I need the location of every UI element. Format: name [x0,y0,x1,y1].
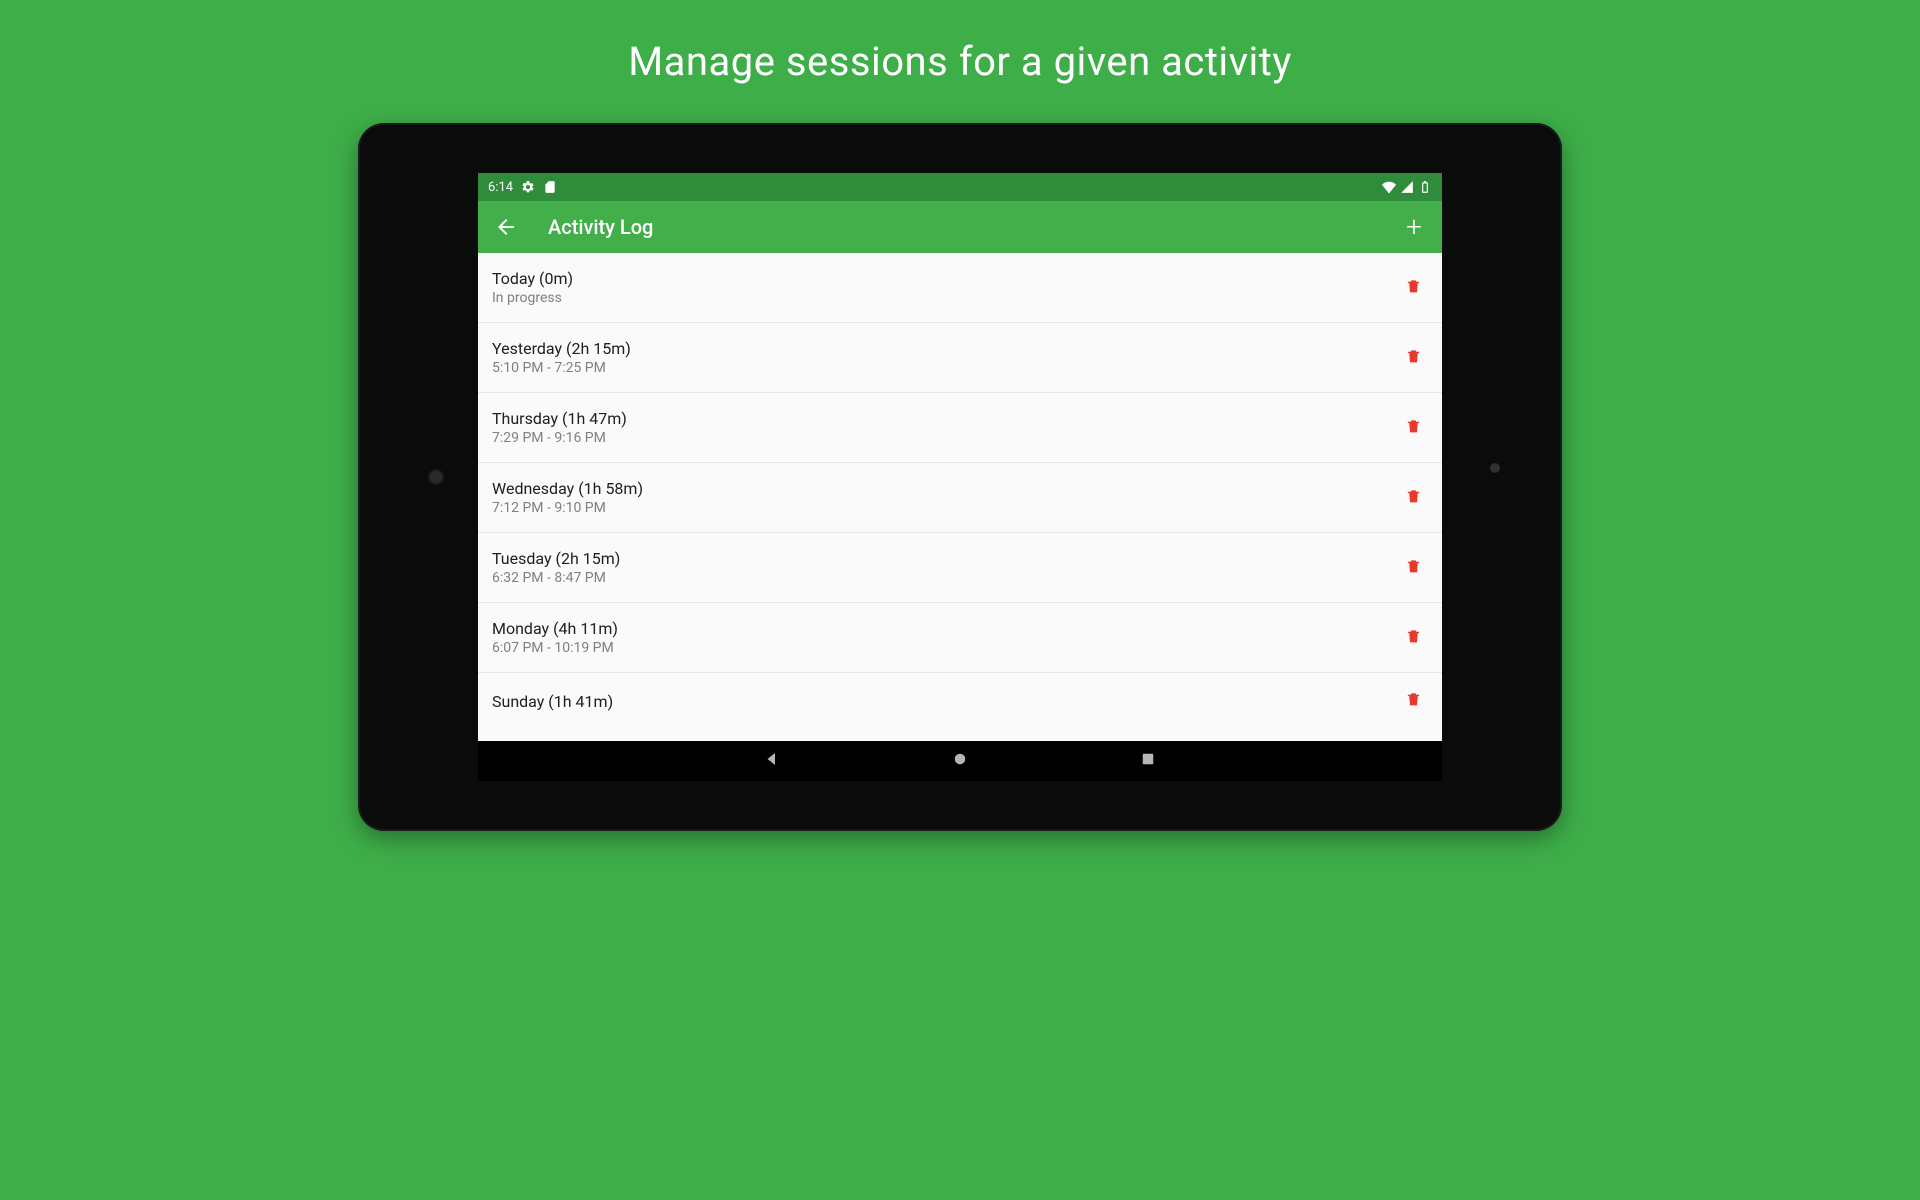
session-list[interactable]: Today (0m) In progress Yesterday (2h 15m) 5… [478,253,1442,741]
delete-session-button[interactable] [1400,415,1426,441]
trash-icon [1405,416,1422,440]
trash-icon [1405,346,1422,370]
trash-icon [1405,556,1422,580]
nav-recents-button[interactable] [1139,750,1157,772]
session-title: Wednesday (1h 58m) [492,479,1400,498]
session-row[interactable]: Yesterday (2h 15m) 5:10 PM - 7:25 PM [478,323,1442,393]
nav-recents-icon [1139,750,1157,768]
session-row[interactable]: Sunday (1h 41m) [478,673,1442,717]
delete-session-button[interactable] [1400,555,1426,581]
delete-session-button[interactable] [1400,625,1426,651]
session-subtitle: 6:32 PM - 8:47 PM [492,570,1400,586]
session-subtitle: 5:10 PM - 7:25 PM [492,360,1400,376]
delete-session-button[interactable] [1400,275,1426,301]
trash-icon [1405,689,1422,713]
nav-home-button[interactable] [951,750,969,772]
appbar-title: Activity Log [548,215,1372,239]
side-indicator [1490,463,1500,473]
session-subtitle: 7:12 PM - 9:10 PM [492,500,1400,516]
nav-back-icon [763,750,781,768]
session-row[interactable]: Today (0m) In progress [478,253,1442,323]
delete-session-button[interactable] [1400,485,1426,511]
back-button[interactable] [492,213,520,241]
session-subtitle: 7:29 PM - 9:16 PM [492,430,1400,446]
session-subtitle: In progress [492,290,1400,306]
device-screen: 6:14 [478,173,1442,781]
session-title: Monday (4h 11m) [492,619,1400,638]
plus-icon: + [1406,213,1422,241]
gear-icon [521,180,535,194]
nav-home-icon [951,750,969,768]
session-row[interactable]: Tuesday (2h 15m) 6:32 PM - 8:47 PM [478,533,1442,603]
wifi-icon [1382,180,1396,194]
tablet-frame: 6:14 [358,123,1562,831]
session-title: Today (0m) [492,269,1400,288]
delete-session-button[interactable] [1400,345,1426,371]
session-row[interactable]: Thursday (1h 47m) 7:29 PM - 9:16 PM [478,393,1442,463]
session-subtitle: 6:07 PM - 10:19 PM [492,640,1400,656]
status-bar: 6:14 [478,173,1442,201]
session-title: Sunday (1h 41m) [492,692,1400,711]
session-row[interactable]: Monday (4h 11m) 6:07 PM - 10:19 PM [478,603,1442,673]
trash-icon [1405,486,1422,510]
trash-icon [1405,626,1422,650]
signal-icon [1400,180,1414,194]
session-row[interactable]: Wednesday (1h 58m) 7:12 PM - 9:10 PM [478,463,1442,533]
nav-back-button[interactable] [763,750,781,772]
camera-dot [428,469,444,485]
arrow-left-icon [494,215,518,239]
app-bar: Activity Log + [478,201,1442,253]
session-title: Tuesday (2h 15m) [492,549,1400,568]
delete-session-button[interactable] [1400,688,1426,714]
session-title: Yesterday (2h 15m) [492,339,1400,358]
add-session-button[interactable]: + [1400,213,1428,241]
status-time: 6:14 [488,180,513,195]
battery-icon [1418,180,1432,194]
session-title: Thursday (1h 47m) [492,409,1400,428]
promo-title: Manage sessions for a given activity [628,38,1292,85]
android-nav-bar [478,741,1442,781]
trash-icon [1405,276,1422,300]
sdcard-icon [543,180,557,194]
